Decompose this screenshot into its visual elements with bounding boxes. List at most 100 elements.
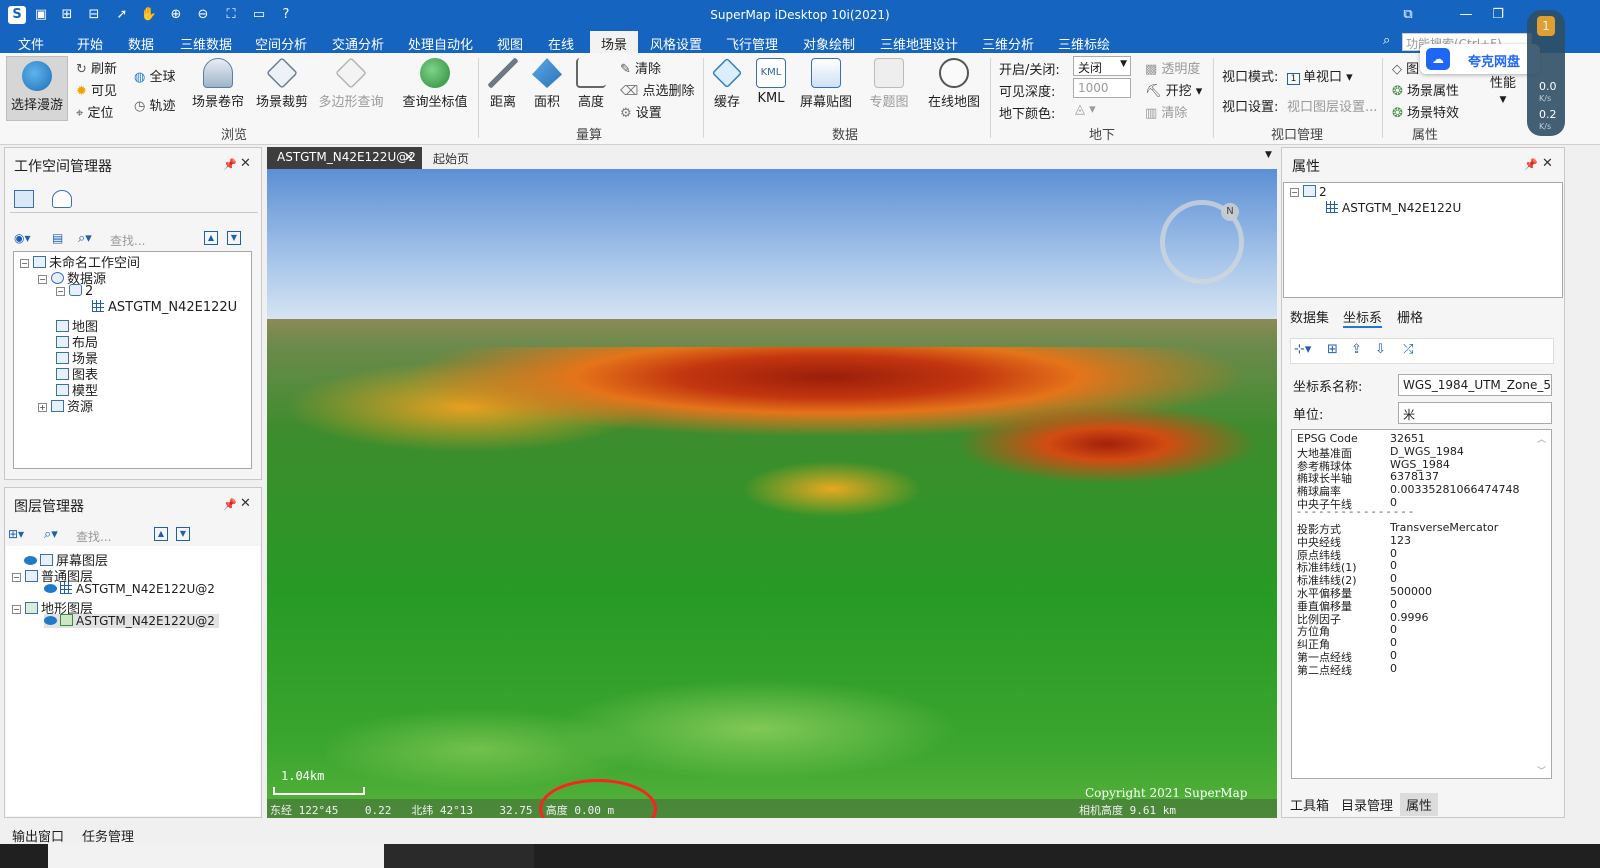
collapse-icon[interactable]: − xyxy=(1290,188,1299,197)
cache-button[interactable]: 缓存 xyxy=(710,57,744,110)
pin-icon[interactable]: 📌 xyxy=(223,158,237,171)
menu-start[interactable]: 开始 xyxy=(77,34,103,53)
scene-attr-button[interactable]: ❂ 场景属性 xyxy=(1392,80,1459,99)
query-coord-button[interactable]: 查询坐标值 xyxy=(400,58,470,110)
select-roam-button[interactable]: 选择漫游 xyxy=(6,56,68,121)
visibility-eye-icon[interactable] xyxy=(44,616,57,625)
viewport-mode-select[interactable]: 1 单视口 ▾ xyxy=(1287,66,1353,85)
menu-data[interactable]: 数据 xyxy=(128,34,154,53)
search-icon[interactable]: ⌕▾ xyxy=(44,527,58,542)
performance-button[interactable]: 性能 ▼ xyxy=(1486,72,1520,106)
search-down-icon[interactable]: ▼ xyxy=(227,231,241,245)
output-window-tab[interactable]: 输出窗口 xyxy=(12,826,64,845)
menu-style[interactable]: 风格设置 xyxy=(650,34,702,53)
excavate-button[interactable]: ⛏ 开挖 ▾ xyxy=(1145,80,1202,99)
tab-properties[interactable]: 属性 xyxy=(1400,793,1439,816)
collapse-icon[interactable]: − xyxy=(56,287,65,296)
tab-catalog[interactable]: 目录管理 xyxy=(1341,795,1393,814)
layer-terrain-item[interactable]: ASTGTM_N42E122U@2 xyxy=(44,614,219,628)
unit-field[interactable]: 米 xyxy=(1398,402,1552,424)
tab-coordinate-system[interactable]: 坐标系 xyxy=(1343,307,1383,328)
cs-import-icon[interactable]: ⊞ xyxy=(1327,342,1338,357)
scene-shape-button[interactable]: ◇ 图 xyxy=(1392,58,1419,77)
tab-scene-doc[interactable]: ASTGTM_N42E122U@2 ✕ xyxy=(267,147,422,169)
restore-icon[interactable]: ❐ xyxy=(1486,6,1510,24)
search-down-icon[interactable]: ▼ xyxy=(176,527,190,541)
prop-tree-parent[interactable]: −2 xyxy=(1290,185,1327,199)
measure-clear-button[interactable]: ✎ 清除 xyxy=(620,58,661,77)
pin-icon[interactable]: 📌 xyxy=(1524,158,1538,171)
menu-3d-plotting[interactable]: 三维标绘 xyxy=(1058,34,1110,53)
collapse-icon[interactable]: − xyxy=(20,259,29,268)
close-icon[interactable]: ✕ xyxy=(404,150,414,164)
tab-dataset[interactable]: 数据集 xyxy=(1290,307,1329,326)
close-icon[interactable]: ✕ xyxy=(1542,156,1553,171)
menu-object-draw[interactable]: 对象绘制 xyxy=(803,34,855,53)
close-icon[interactable]: ✕ xyxy=(240,496,251,511)
tab-list-arrow-icon[interactable]: ▼ xyxy=(1255,147,1282,169)
scene-clip-button[interactable]: 场景裁剪 xyxy=(254,57,310,110)
menu-traffic-analysis[interactable]: 交通分析 xyxy=(332,34,384,53)
track-button[interactable]: ◷ 轨迹 xyxy=(134,95,176,114)
cs-export-icon[interactable]: ⇪ xyxy=(1351,342,1362,357)
scroll-down-icon[interactable]: ﹀ xyxy=(1537,764,1546,777)
search-icon[interactable]: ⌕ xyxy=(1383,33,1390,48)
pin-icon[interactable]: 📌 xyxy=(223,498,237,511)
refresh-button[interactable]: ↻ 刷新 xyxy=(76,58,117,77)
visibility-eye-icon[interactable] xyxy=(24,556,37,565)
kml-button[interactable]: KML KML xyxy=(754,58,788,106)
underground-toggle-select[interactable]: 关闭 ▼ xyxy=(1073,56,1131,76)
collapse-icon[interactable]: − xyxy=(12,573,21,582)
scene-curtain-button[interactable]: 场景卷帘 xyxy=(190,58,246,110)
close-icon[interactable]: ✕ xyxy=(240,156,251,171)
scene-viewport[interactable]: N 1.04km 东经 122°45 0.22 北纬 42°13 32.75 高… xyxy=(267,169,1277,818)
menu-3d-data[interactable]: 三维数据 xyxy=(180,34,232,53)
menu-automation[interactable]: 处理自动化 xyxy=(408,34,473,53)
prop-tree-child[interactable]: ASTGTM_N42E122U xyxy=(1326,201,1461,215)
tab-start-page[interactable]: 起始页 xyxy=(423,147,479,169)
point-delete-button[interactable]: ⌫ 点选删除 xyxy=(620,80,695,99)
menu-file[interactable]: 文件 xyxy=(18,34,44,53)
search-up-icon[interactable]: ▲ xyxy=(154,527,168,541)
menu-online[interactable]: 在线 xyxy=(548,34,574,53)
cloud-workspace-tab-icon[interactable] xyxy=(52,190,72,208)
collapse-icon[interactable]: − xyxy=(12,605,21,614)
cs-set-icon[interactable]: ⊹▾ xyxy=(1294,342,1311,357)
height-button[interactable]: 高度 xyxy=(574,58,608,110)
search-icon[interactable]: ⌕▾ xyxy=(78,231,92,246)
menu-3d-geo-design[interactable]: 三维地理设计 xyxy=(880,34,958,53)
menu-spatial-analysis[interactable]: 空间分析 xyxy=(255,34,307,53)
ribbon-toggle-icon[interactable]: ⧉ xyxy=(1396,6,1420,24)
open-icon[interactable]: ◉▾ xyxy=(14,231,31,245)
cloud-drive-widget[interactable]: ☁ 夸克网盘 xyxy=(1420,44,1540,74)
workspace-search-input[interactable]: 查找... xyxy=(110,232,200,248)
menu-flight[interactable]: 飞行管理 xyxy=(726,34,778,53)
visibility-eye-icon[interactable] xyxy=(44,584,57,593)
collapse-icon[interactable]: − xyxy=(38,275,47,284)
tab-raster[interactable]: 栅格 xyxy=(1397,307,1423,326)
taskbar-app[interactable] xyxy=(384,844,534,868)
menu-scene[interactable]: 场景 xyxy=(590,31,638,53)
search-up-icon[interactable]: ▲ xyxy=(204,231,218,245)
full-view-button[interactable]: ◍ 全球 xyxy=(134,66,176,85)
workspace-tab-icon[interactable] xyxy=(14,190,34,208)
menu-3d-analysis[interactable]: 三维分析 xyxy=(982,34,1034,53)
distance-button[interactable]: 距离 xyxy=(486,58,520,110)
save-workspace-icon[interactable]: ▤ xyxy=(52,231,63,245)
screen-map-button[interactable]: 屏幕贴图 xyxy=(798,58,854,110)
visible-button[interactable]: ✹ 可见 xyxy=(76,80,117,99)
scroll-up-icon[interactable]: ︿ xyxy=(1537,432,1546,445)
area-button[interactable]: 面积 xyxy=(530,58,564,110)
expand-icon[interactable]: + xyxy=(38,403,47,412)
task-manager-tab[interactable]: 任务管理 xyxy=(82,826,134,845)
measure-settings-button[interactable]: ⚙ 设置 xyxy=(620,102,662,121)
color-picker-icon[interactable]: ◬ ▾ xyxy=(1075,102,1096,117)
add-layer-icon[interactable]: ⊞▾ xyxy=(8,527,24,541)
cs-download-icon[interactable]: ⇩ xyxy=(1375,342,1386,357)
minimize-icon[interactable]: — xyxy=(1454,6,1478,24)
tree-item-dataset[interactable]: ASTGTM_N42E122U xyxy=(92,300,237,315)
compass[interactable]: N xyxy=(1160,200,1244,284)
online-map-button[interactable]: 在线地图 xyxy=(926,58,982,110)
layer-normal-item[interactable]: ASTGTM_N42E122U@2 xyxy=(44,582,215,596)
menu-view[interactable]: 视图 xyxy=(497,34,523,53)
